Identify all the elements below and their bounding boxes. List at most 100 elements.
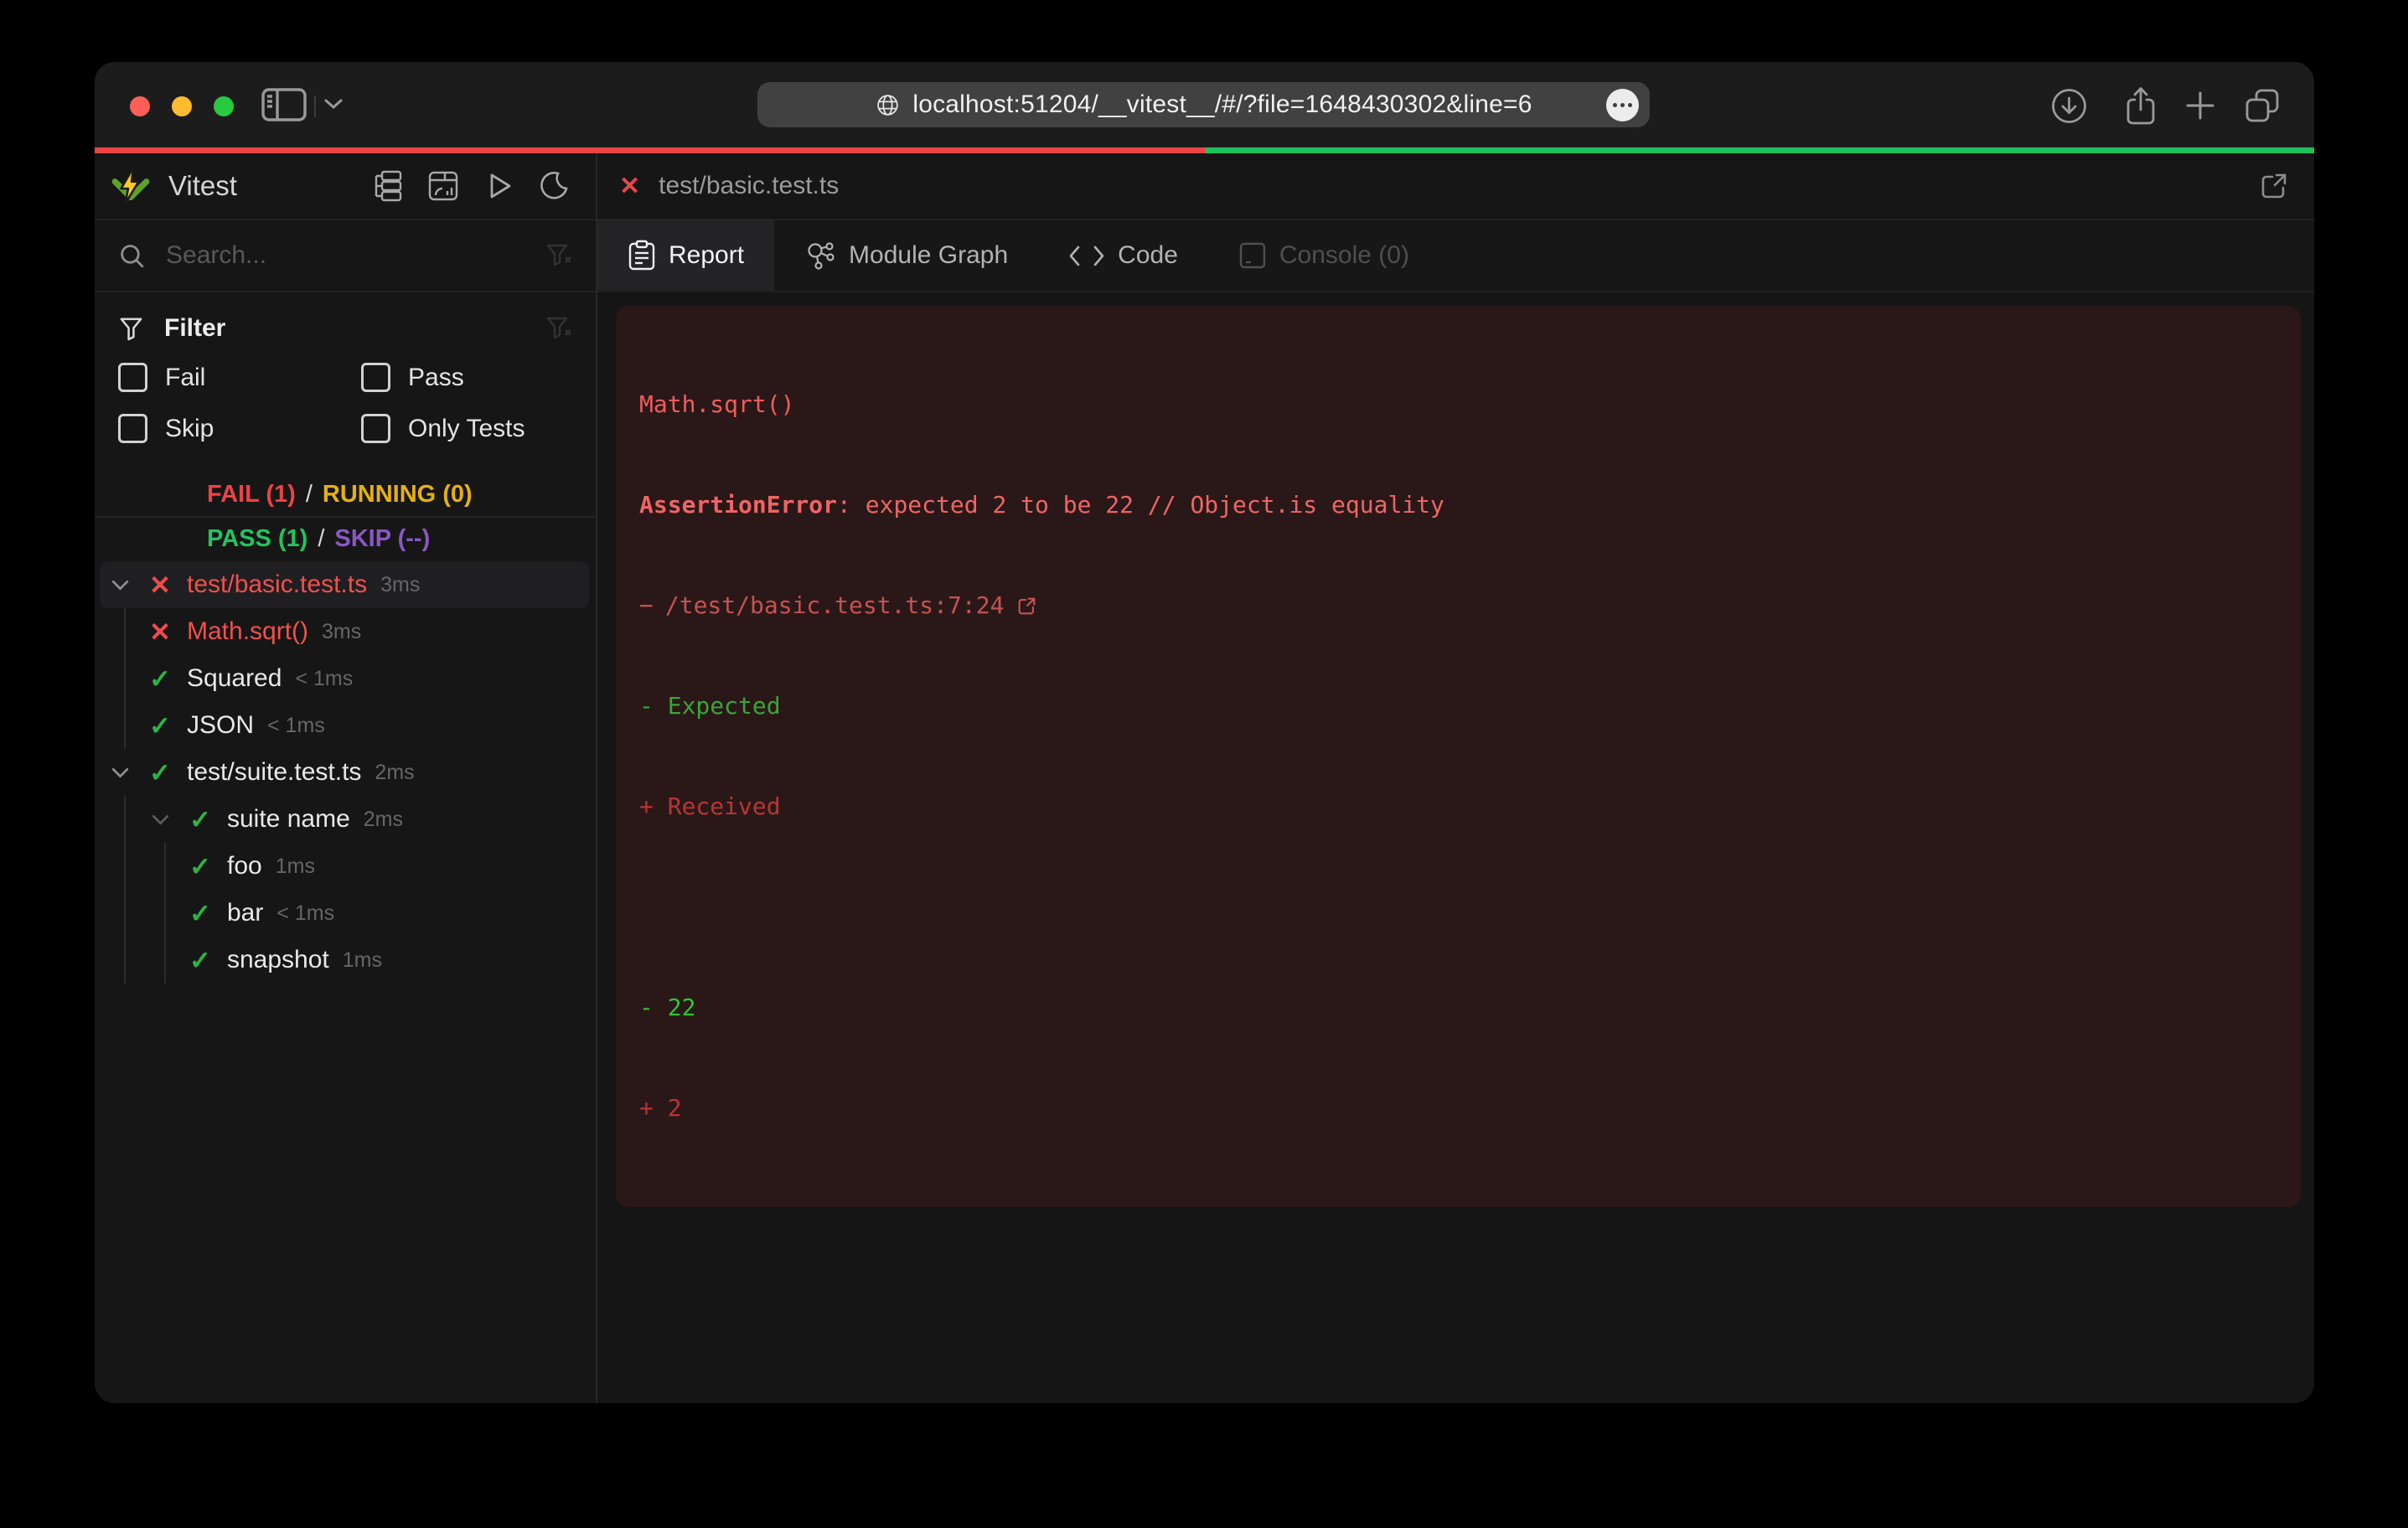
progress-pass-segment (1205, 147, 2315, 153)
chevron-down-icon[interactable] (100, 761, 140, 784)
share-icon[interactable] (2122, 84, 2159, 127)
more-button[interactable] (1606, 89, 1639, 121)
fail-icon: ✕ (140, 619, 180, 645)
tree-row-suite-name[interactable]: ✓ suite name 2ms (100, 796, 596, 843)
checkbox-box[interactable] (118, 363, 147, 392)
dark-mode-icon[interactable] (537, 169, 571, 203)
diff-expected-value: - 22 (639, 991, 2277, 1025)
stack-frame-line: −/test/basic.test.ts:7:24 (639, 589, 2277, 622)
indent-guide (124, 655, 126, 702)
checkbox-fail[interactable]: Fail (118, 363, 361, 392)
zoom-window-button[interactable] (214, 96, 234, 116)
summary-fail: FAIL (1) (207, 481, 296, 508)
open-external-icon[interactable] (2257, 169, 2291, 203)
search-input[interactable] (164, 240, 545, 271)
test-progress-bar (95, 147, 2314, 153)
tab-report[interactable]: Report (597, 220, 774, 291)
summary-running: RUNNING (0) (323, 481, 473, 508)
test-tree: ✕ test/basic.test.ts 3ms ✕ Math.sqrt() 3… (95, 561, 596, 983)
view-tabs: Report Module Graph (597, 220, 2314, 292)
diff-expected-label: - Expected (639, 689, 2277, 723)
tree-row-suite-file[interactable]: ✓ test/suite.test.ts 2ms (100, 749, 596, 796)
tests-tree-icon[interactable] (371, 169, 405, 203)
report-icon (628, 240, 656, 271)
url-text: localhost:51204/__vitest__/#/?file=16484… (912, 90, 1532, 119)
run-all-icon[interactable] (482, 169, 515, 203)
tab-module-graph[interactable]: Module Graph (774, 220, 1038, 291)
close-file-icon[interactable]: ✕ (619, 172, 640, 201)
app-title: Vitest (168, 170, 237, 202)
minimize-window-button[interactable] (172, 96, 192, 116)
clear-search-filter-icon[interactable] (545, 242, 572, 269)
tab-code[interactable]: Code (1038, 220, 1208, 291)
close-window-button[interactable] (130, 96, 150, 116)
filter-section: Filter Fail Pass (95, 292, 596, 443)
diff-received-label: + Received (639, 790, 2277, 823)
chevron-down-icon[interactable] (100, 574, 140, 596)
tabs-overview-icon[interactable] (2243, 86, 2281, 125)
chevron-down-icon[interactable] (140, 808, 180, 831)
error-report-panel: Math.sqrt() AssertionError: expected 2 t… (616, 306, 2301, 1207)
indent-guide (124, 890, 126, 937)
indent-guide (124, 608, 126, 655)
filter-title: Filter (164, 314, 225, 343)
diff-received-value: + 2 (639, 1092, 2277, 1125)
browser-window: localhost:51204/__vitest__/#/?file=16484… (95, 62, 2314, 1403)
tree-row-foo[interactable]: ✓ foo 1ms (100, 843, 596, 890)
fail-icon: ✕ (140, 572, 180, 598)
globe-icon (875, 92, 901, 118)
new-tab-icon[interactable] (2183, 88, 2218, 123)
summary-skip: SKIP (--) (334, 525, 430, 553)
indent-guide (164, 890, 166, 937)
pass-icon: ✓ (140, 760, 180, 786)
pass-icon: ✓ (180, 854, 220, 880)
pass-icon: ✓ (180, 807, 220, 833)
download-icon[interactable] (2050, 87, 2088, 125)
report-view: Math.sqrt() AssertionError: expected 2 t… (597, 292, 2314, 1403)
filter-icon (118, 316, 144, 342)
search-bar (95, 220, 596, 292)
module-graph-icon (804, 240, 836, 271)
indent-guide (124, 843, 126, 890)
browser-chrome: localhost:51204/__vitest__/#/?file=16484… (95, 62, 2314, 147)
tree-row-bar[interactable]: ✓ bar < 1ms (100, 890, 596, 937)
checkbox-box[interactable] (361, 363, 390, 392)
summary-pass: PASS (1) (207, 525, 307, 553)
tree-row-math-sqrt[interactable]: ✕ Math.sqrt() 3ms (100, 608, 596, 655)
indent-guide (124, 702, 126, 749)
checkbox-box[interactable] (361, 414, 390, 443)
indent-guide (164, 937, 166, 983)
blank-line (639, 890, 2277, 924)
clear-filter-icon[interactable] (545, 315, 572, 342)
tab-console[interactable]: Console (0) (1208, 220, 1439, 291)
console-icon (1238, 241, 1267, 270)
indent-guide (164, 843, 166, 890)
checkbox-box[interactable] (118, 414, 147, 443)
vitest-logo-icon (110, 165, 152, 207)
checkbox-only-tests[interactable]: Only Tests (361, 414, 572, 443)
address-bar[interactable]: localhost:51204/__vitest__/#/?file=16484… (757, 82, 1650, 127)
test-summary: FAIL (1) / RUNNING (0) PASS (1) / SKIP (… (95, 473, 596, 560)
progress-fail-segment (95, 147, 1205, 153)
pass-icon: ✓ (140, 713, 180, 739)
checkbox-skip[interactable]: Skip (118, 414, 361, 443)
tree-row-snapshot[interactable]: ✓ snapshot 1ms (100, 937, 596, 983)
indent-guide (124, 937, 126, 983)
sidebar-header: Vitest (95, 153, 596, 220)
stack-file-link[interactable]: /test/basic.test.ts:7:24 (665, 589, 1005, 622)
tree-row-json[interactable]: ✓ JSON < 1ms (100, 702, 596, 749)
open-in-editor-icon[interactable] (1015, 595, 1038, 617)
chevron-down-icon[interactable] (323, 96, 344, 111)
pass-icon: ✓ (140, 666, 180, 692)
checkbox-pass[interactable]: Pass (361, 363, 572, 392)
traffic-lights (130, 96, 234, 116)
sidebar: Vitest (95, 153, 597, 1403)
sidebar-toggle-icon[interactable] (261, 87, 307, 122)
failed-test-name: Math.sqrt() (639, 388, 2277, 421)
tree-row-basic-file[interactable]: ✕ test/basic.test.ts 3ms (100, 561, 589, 608)
dashboard-icon[interactable] (426, 169, 460, 203)
toolbar-divider (314, 96, 316, 117)
tree-row-squared[interactable]: ✓ Squared < 1ms (100, 655, 596, 702)
indent-guide (124, 796, 126, 843)
open-file-header: ✕ test/basic.test.ts (597, 153, 2314, 220)
